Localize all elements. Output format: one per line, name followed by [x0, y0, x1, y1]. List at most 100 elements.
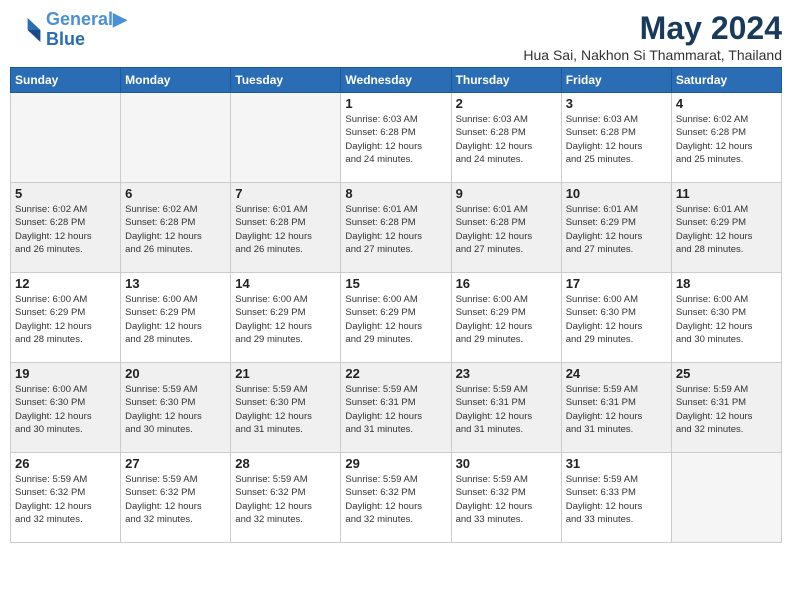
- day-number: 19: [15, 366, 116, 381]
- day-cell-10: 10 Sunrise: 6:01 AM Sunset: 6:29 PM Dayli…: [561, 183, 671, 273]
- day-number: 14: [235, 276, 336, 291]
- day-info: Sunrise: 5:59 AM Sunset: 6:31 PM Dayligh…: [676, 383, 777, 436]
- day-cell-4: 4 Sunrise: 6:02 AM Sunset: 6:28 PM Daylig…: [671, 93, 781, 183]
- week-row-2: 5 Sunrise: 6:02 AM Sunset: 6:28 PM Daylig…: [11, 183, 782, 273]
- day-cell-24: 24 Sunrise: 5:59 AM Sunset: 6:31 PM Dayli…: [561, 363, 671, 453]
- day-number: 15: [345, 276, 446, 291]
- day-info: Sunrise: 6:02 AM Sunset: 6:28 PM Dayligh…: [676, 113, 777, 166]
- day-info: Sunrise: 6:02 AM Sunset: 6:28 PM Dayligh…: [15, 203, 116, 256]
- day-number: 20: [125, 366, 226, 381]
- day-number: 18: [676, 276, 777, 291]
- day-number: 6: [125, 186, 226, 201]
- weekday-header-wednesday: Wednesday: [341, 68, 451, 93]
- day-number: 7: [235, 186, 336, 201]
- day-cell-16: 16 Sunrise: 6:00 AM Sunset: 6:29 PM Dayli…: [451, 273, 561, 363]
- day-info: Sunrise: 6:00 AM Sunset: 6:30 PM Dayligh…: [676, 293, 777, 346]
- day-cell-25: 25 Sunrise: 5:59 AM Sunset: 6:31 PM Dayli…: [671, 363, 781, 453]
- empty-cell: [121, 93, 231, 183]
- day-info: Sunrise: 5:59 AM Sunset: 6:31 PM Dayligh…: [566, 383, 667, 436]
- day-number: 5: [15, 186, 116, 201]
- day-number: 31: [566, 456, 667, 471]
- logo-icon: [10, 14, 42, 46]
- day-cell-18: 18 Sunrise: 6:00 AM Sunset: 6:30 PM Dayli…: [671, 273, 781, 363]
- day-number: 10: [566, 186, 667, 201]
- day-info: Sunrise: 5:59 AM Sunset: 6:32 PM Dayligh…: [345, 473, 446, 526]
- day-info: Sunrise: 6:03 AM Sunset: 6:28 PM Dayligh…: [566, 113, 667, 166]
- day-cell-6: 6 Sunrise: 6:02 AM Sunset: 6:28 PM Daylig…: [121, 183, 231, 273]
- weekday-header-monday: Monday: [121, 68, 231, 93]
- day-info: Sunrise: 6:02 AM Sunset: 6:28 PM Dayligh…: [125, 203, 226, 256]
- page-header: General▶ Blue May 2024 Hua Sai, Nakhon S…: [10, 10, 782, 63]
- day-info: Sunrise: 6:00 AM Sunset: 6:29 PM Dayligh…: [456, 293, 557, 346]
- day-info: Sunrise: 5:59 AM Sunset: 6:33 PM Dayligh…: [566, 473, 667, 526]
- day-info: Sunrise: 6:00 AM Sunset: 6:30 PM Dayligh…: [15, 383, 116, 436]
- empty-cell: [11, 93, 121, 183]
- title-block: May 2024 Hua Sai, Nakhon Si Thammarat, T…: [523, 10, 782, 63]
- day-number: 16: [456, 276, 557, 291]
- day-info: Sunrise: 6:01 AM Sunset: 6:28 PM Dayligh…: [345, 203, 446, 256]
- weekday-header-sunday: Sunday: [11, 68, 121, 93]
- day-number: 21: [235, 366, 336, 381]
- day-info: Sunrise: 5:59 AM Sunset: 6:30 PM Dayligh…: [235, 383, 336, 436]
- day-cell-1: 1Sunrise: 6:03 AM Sunset: 6:28 PM Daylig…: [341, 93, 451, 183]
- day-cell-26: 26 Sunrise: 5:59 AM Sunset: 6:32 PM Dayli…: [11, 453, 121, 543]
- weekday-header-thursday: Thursday: [451, 68, 561, 93]
- week-row-3: 12Sunrise: 6:00 AM Sunset: 6:29 PM Dayli…: [11, 273, 782, 363]
- day-number: 28: [235, 456, 336, 471]
- calendar-header: SundayMondayTuesdayWednesdayThursdayFrid…: [11, 68, 782, 93]
- week-row-5: 26 Sunrise: 5:59 AM Sunset: 6:32 PM Dayli…: [11, 453, 782, 543]
- day-number: 9: [456, 186, 557, 201]
- day-info: Sunrise: 5:59 AM Sunset: 6:31 PM Dayligh…: [345, 383, 446, 436]
- logo-text: General▶ Blue: [46, 10, 127, 50]
- day-cell-13: 13 Sunrise: 6:00 AM Sunset: 6:29 PM Dayli…: [121, 273, 231, 363]
- day-info: Sunrise: 6:01 AM Sunset: 6:29 PM Dayligh…: [566, 203, 667, 256]
- day-number: 4: [676, 96, 777, 111]
- day-info: Sunrise: 6:01 AM Sunset: 6:28 PM Dayligh…: [456, 203, 557, 256]
- week-row-1: 1 Sunrise: 6:03 AM Sunset: 6:28 PM Daylig…: [11, 93, 782, 183]
- day-number: 30: [456, 456, 557, 471]
- day-cell-15: 15 Sunrise: 6:00 AM Sunset: 6:29 PM Dayli…: [341, 273, 451, 363]
- day-info: Sunrise: 5:59 AM Sunset: 6:32 PM Dayligh…: [125, 473, 226, 526]
- empty-cell: [671, 453, 781, 543]
- day-number: 25: [676, 366, 777, 381]
- day-cell-3: 3Sunrise: 6:03 AM Sunset: 6:28 PM Daylig…: [561, 93, 671, 183]
- day-info: Sunrise: 6:01 AM Sunset: 6:28 PM Dayligh…: [235, 203, 336, 256]
- day-number: 8: [345, 186, 446, 201]
- day-cell-12: 12Sunrise: 6:00 AM Sunset: 6:29 PM Dayli…: [11, 273, 121, 363]
- day-number: 26: [15, 456, 116, 471]
- day-info: Sunrise: 5:59 AM Sunset: 6:30 PM Dayligh…: [125, 383, 226, 436]
- weekday-header-friday: Friday: [561, 68, 671, 93]
- day-info: Sunrise: 6:00 AM Sunset: 6:29 PM Dayligh…: [125, 293, 226, 346]
- day-cell-11: 11Sunrise: 6:01 AM Sunset: 6:29 PM Dayli…: [671, 183, 781, 273]
- day-cell-14: 14Sunrise: 6:00 AM Sunset: 6:29 PM Dayli…: [231, 273, 341, 363]
- day-info: Sunrise: 6:00 AM Sunset: 6:29 PM Dayligh…: [15, 293, 116, 346]
- day-cell-20: 20 Sunrise: 5:59 AM Sunset: 6:30 PM Dayli…: [121, 363, 231, 453]
- day-info: Sunrise: 6:00 AM Sunset: 6:29 PM Dayligh…: [345, 293, 446, 346]
- day-info: Sunrise: 5:59 AM Sunset: 6:32 PM Dayligh…: [15, 473, 116, 526]
- weekday-header-tuesday: Tuesday: [231, 68, 341, 93]
- day-number: 13: [125, 276, 226, 291]
- day-cell-9: 9 Sunrise: 6:01 AM Sunset: 6:28 PM Daylig…: [451, 183, 561, 273]
- day-number: 24: [566, 366, 667, 381]
- day-cell-21: 21 Sunrise: 5:59 AM Sunset: 6:30 PM Dayli…: [231, 363, 341, 453]
- day-number: 2: [456, 96, 557, 111]
- day-number: 1: [345, 96, 446, 111]
- day-info: Sunrise: 6:03 AM Sunset: 6:28 PM Dayligh…: [456, 113, 557, 166]
- day-cell-19: 19 Sunrise: 6:00 AM Sunset: 6:30 PM Dayli…: [11, 363, 121, 453]
- calendar-body: 1 Sunrise: 6:03 AM Sunset: 6:28 PM Daylig…: [11, 93, 782, 543]
- week-row-4: 19 Sunrise: 6:00 AM Sunset: 6:30 PM Dayli…: [11, 363, 782, 453]
- day-cell-2: 2 Sunrise: 6:03 AM Sunset: 6:28 PM Daylig…: [451, 93, 561, 183]
- day-number: 23: [456, 366, 557, 381]
- day-cell-30: 30 Sunrise: 5:59 AM Sunset: 6:32 PM Dayli…: [451, 453, 561, 543]
- day-info: Sunrise: 6:01 AM Sunset: 6:29 PM Dayligh…: [676, 203, 777, 256]
- day-cell-27: 27Sunrise: 5:59 AM Sunset: 6:32 PM Dayli…: [121, 453, 231, 543]
- weekday-row: SundayMondayTuesdayWednesdayThursdayFrid…: [11, 68, 782, 93]
- day-cell-8: 8 Sunrise: 6:01 AM Sunset: 6:28 PM Daylig…: [341, 183, 451, 273]
- day-number: 29: [345, 456, 446, 471]
- month-year: May 2024: [523, 10, 782, 47]
- day-info: Sunrise: 5:59 AM Sunset: 6:31 PM Dayligh…: [456, 383, 557, 436]
- logo: General▶ Blue: [10, 10, 127, 50]
- day-cell-22: 22Sunrise: 5:59 AM Sunset: 6:31 PM Dayli…: [341, 363, 451, 453]
- day-info: Sunrise: 5:59 AM Sunset: 6:32 PM Dayligh…: [456, 473, 557, 526]
- day-cell-28: 28Sunrise: 5:59 AM Sunset: 6:32 PM Dayli…: [231, 453, 341, 543]
